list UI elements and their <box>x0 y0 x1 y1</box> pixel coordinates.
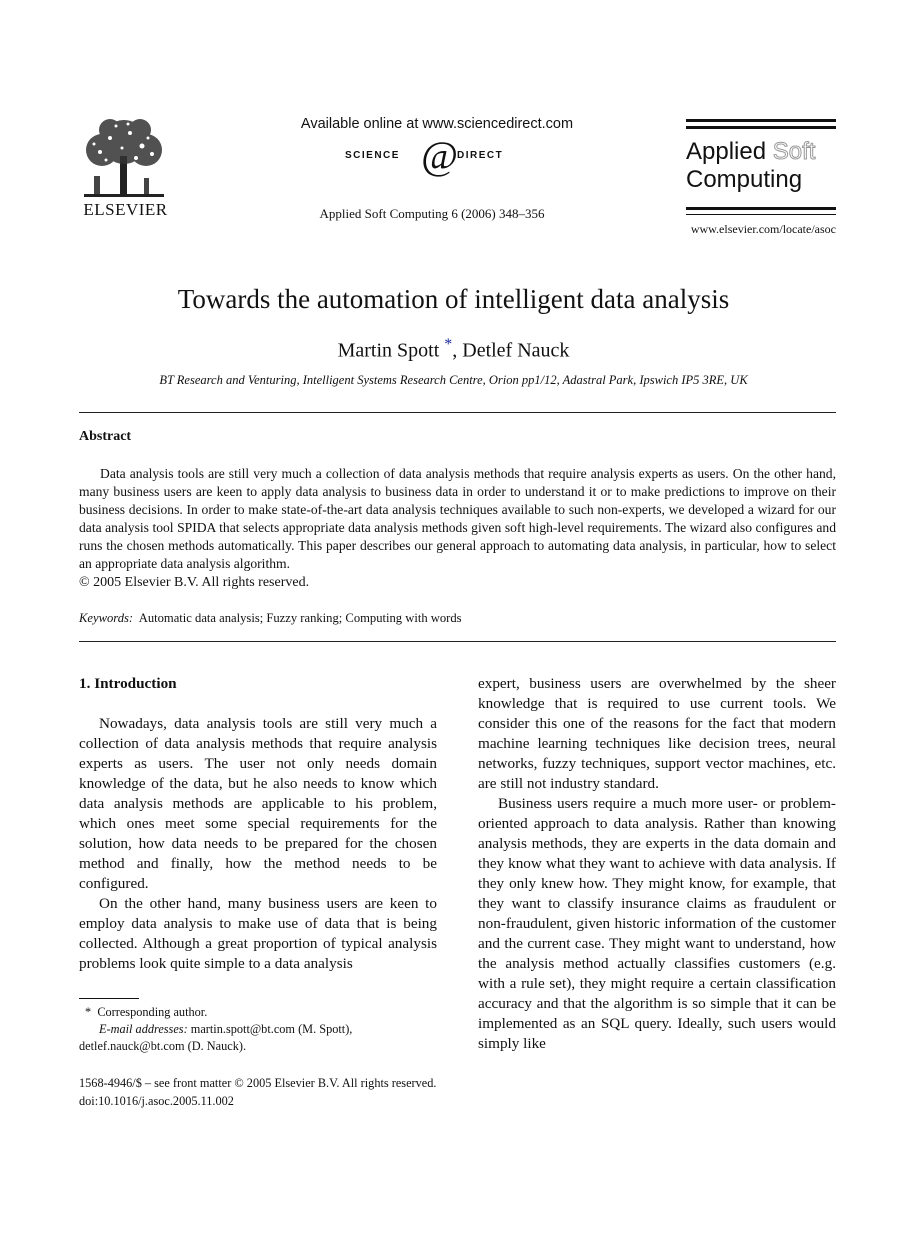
divider-bottom <box>79 641 836 642</box>
keywords-label: Keywords: <box>79 611 134 625</box>
affiliation: BT Research and Venturing, Intelligent S… <box>159 373 748 387</box>
abstract-heading: Abstract <box>79 429 132 444</box>
journal-name-applied: Applied <box>686 138 767 165</box>
author-list: Martin Spott *, Detlef Nauck <box>0 336 907 363</box>
journal-citation: Applied Soft Computing 6 (2006) 348–356 <box>319 206 545 221</box>
footnote-emails: E-mail addresses: martin.spott@bt.com (M… <box>79 1021 459 1038</box>
article-title: Towards the automation of intelligent da… <box>177 284 730 314</box>
paragraph-continuation: expert, business users are overwhelmed b… <box>478 675 836 792</box>
journal-rule-top-2 <box>686 126 836 129</box>
footnote-marker: * <box>85 1005 92 1019</box>
journal-name-soft: Soft <box>772 138 816 166</box>
paragraph: On the other hand, many business users a… <box>79 895 437 972</box>
sciencedirect-science: SCIENCE <box>345 150 400 161</box>
divider-top <box>79 412 836 413</box>
author-nauck: Detlef Nauck <box>462 339 570 362</box>
journal-rule-bottom-2 <box>686 214 836 215</box>
sciencedirect-at-icon: @ <box>421 133 458 178</box>
doi[interactable]: doi:10.1016/j.asoc.2005.11.002 <box>79 1092 436 1110</box>
column-left: Nowadays, data analysis tools are still … <box>79 714 437 974</box>
footnote-corresponding: * Corresponding author. <box>79 1004 459 1021</box>
email-label: E-mail addresses: <box>99 1022 188 1036</box>
keywords: Keywords: Automatic data analysis; Fuzzy… <box>79 611 462 626</box>
keywords-value: Automatic data analysis; Fuzzy ranking; … <box>138 611 462 625</box>
section-heading-introduction: 1. Introduction <box>79 675 177 692</box>
email-spott[interactable]: martin.spott@bt.com (M. Spott), <box>191 1022 353 1036</box>
abstract-copyright: © 2005 Elsevier B.V. All rights reserved… <box>79 575 310 590</box>
author-spott: Martin Spott <box>337 339 440 362</box>
journal-logo: Applied Soft Computing <box>686 138 816 194</box>
journal-rule-bottom-1 <box>686 207 836 210</box>
abstract-body: Data analysis tools are still very much … <box>79 465 836 573</box>
paragraph: Nowadays, data analysis tools are still … <box>79 715 437 892</box>
publisher-name: ELSEVIER <box>83 200 168 219</box>
front-matter: 1568-4946/$ – see front matter © 2005 El… <box>79 1074 436 1110</box>
paragraph: Business users require a much more user-… <box>478 795 836 1052</box>
issn-line: 1568-4946/$ – see front matter © 2005 El… <box>79 1076 437 1090</box>
sciencedirect-logo: SCIENCE @ DIRECT <box>345 133 535 178</box>
journal-rule-top-1 <box>686 119 836 122</box>
journal-url[interactable]: www.elsevier.com/locate/asoc <box>672 222 836 237</box>
journal-name-computing: Computing <box>686 166 803 193</box>
sciencedirect-direct: DIRECT <box>457 150 504 161</box>
column-right: expert, business users are overwhelmed b… <box>478 674 836 1054</box>
abstract-text: Data analysis tools are still very much … <box>79 466 836 571</box>
footnote: * Corresponding author. E-mail addresses… <box>79 1004 459 1055</box>
email-nauck[interactable]: detlef.nauck@bt.com (D. Nauck). <box>79 1038 459 1055</box>
footnote-rule <box>79 998 139 999</box>
available-online-text: Available online at www.sciencedirect.co… <box>300 116 574 132</box>
elsevier-tree-logo <box>84 119 164 197</box>
footnote-corresponding-text: Corresponding author. <box>97 1005 208 1019</box>
author-separator: , <box>452 339 463 362</box>
